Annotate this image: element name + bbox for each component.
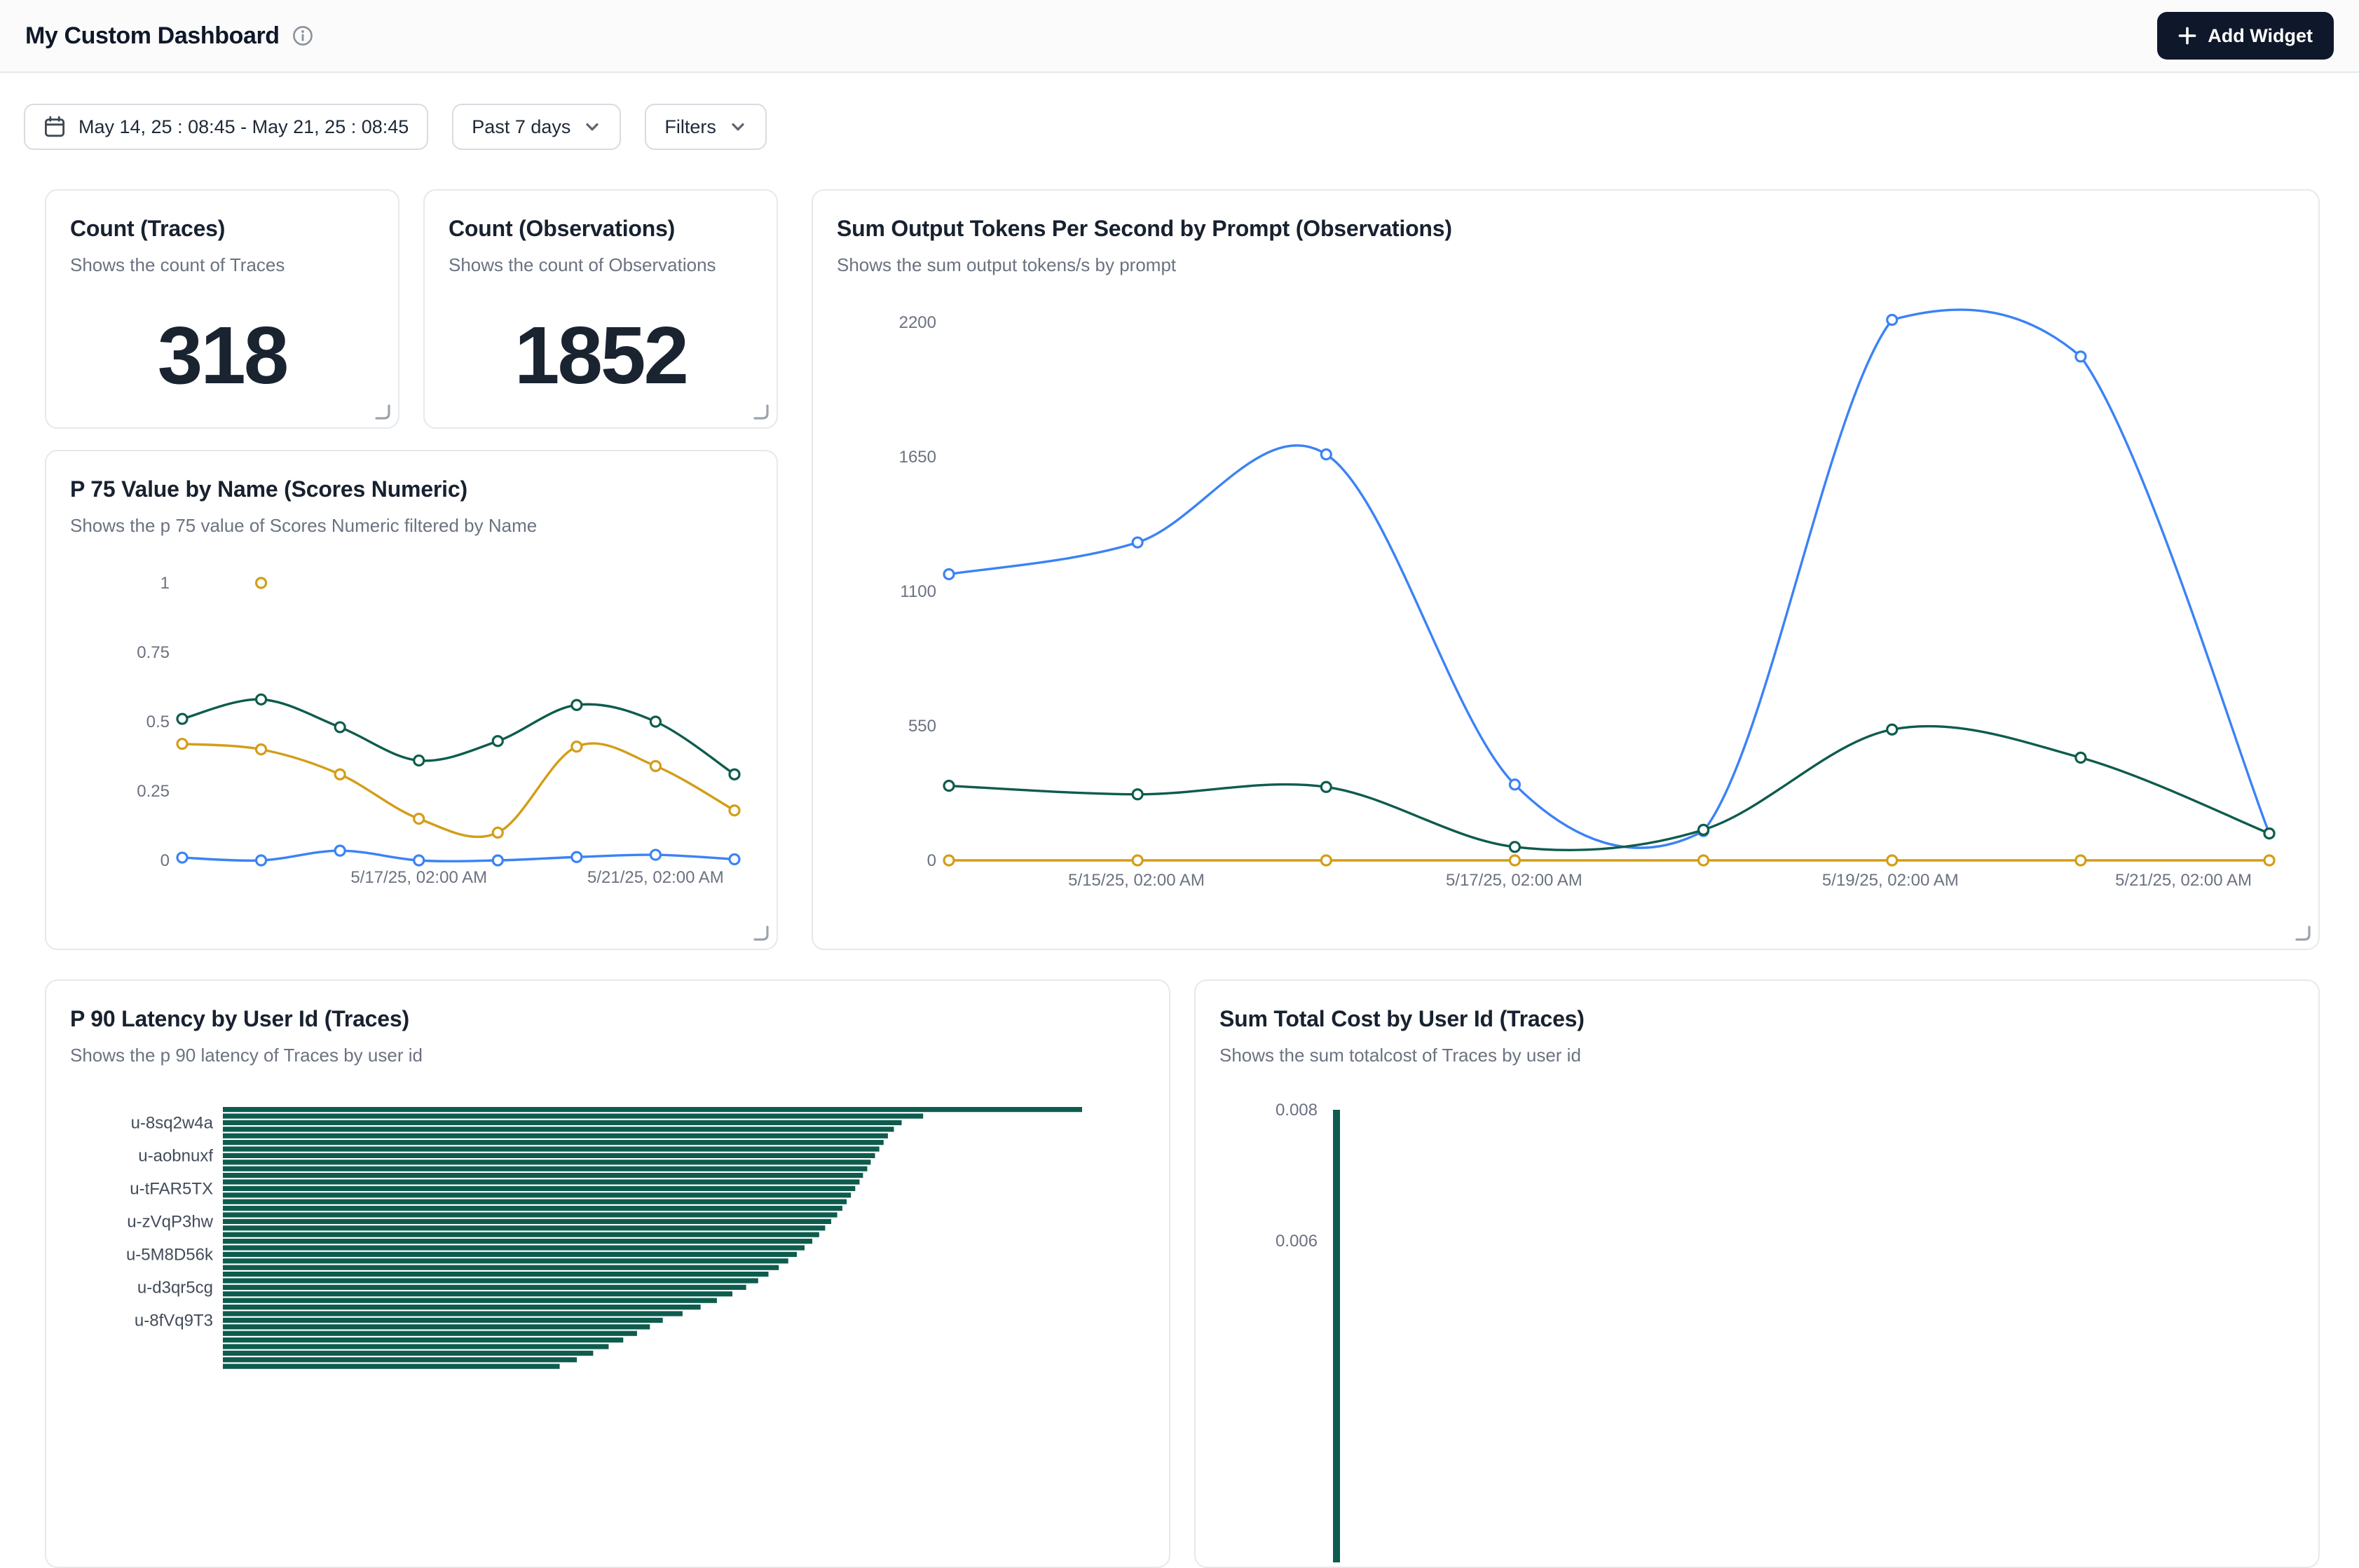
chevron-down-icon	[583, 118, 601, 136]
widget-title: P 90 Latency by User Id (Traces)	[46, 981, 1169, 1032]
svg-text:5/15/25, 02:00 AM: 5/15/25, 02:00 AM	[1068, 871, 1205, 890]
widget-title: Count (Traces)	[46, 191, 398, 242]
widget-subtitle: Shows the sum totalcost of Traces by use…	[1196, 1032, 2318, 1066]
count-observations-value: 1852	[425, 308, 777, 402]
cost-bar-chart[interactable]: 0.008 0.006	[1196, 1079, 2320, 1562]
widget-card-p90-latency: P 90 Latency by User Id (Traces) Shows t…	[45, 979, 1170, 1568]
widget-title: Sum Total Cost by User Id (Traces)	[1196, 981, 2318, 1032]
widget-title: Sum Output Tokens Per Second by Prompt (…	[813, 191, 2318, 242]
chevron-down-icon	[729, 118, 747, 136]
widget-card-total-cost: Sum Total Cost by User Id (Traces) Shows…	[1194, 979, 2320, 1568]
svg-text:u-8sq2w4a: u-8sq2w4a	[131, 1113, 214, 1132]
svg-text:u-8fVq9T3: u-8fVq9T3	[135, 1311, 213, 1330]
plus-icon	[2178, 27, 2196, 45]
p90-bar-chart[interactable]: u-8sq2w4a u-aobnuxf u-tFAR5TX u-zVqP3hw u-5M…	[46, 1079, 1170, 1562]
widget-subtitle: Shows the p 90 latency of Traces by user…	[46, 1032, 1169, 1066]
resize-handle-icon[interactable]	[753, 404, 770, 420]
calendar-icon	[43, 116, 66, 138]
time-preset-dropdown[interactable]: Past 7 days	[452, 104, 621, 150]
svg-text:u-d3qr5cg: u-d3qr5cg	[137, 1278, 213, 1297]
title-row: My Custom Dashboard	[25, 22, 313, 50]
count-traces-value: 318	[46, 308, 398, 402]
widget-subtitle: Shows the count of Traces	[46, 242, 398, 276]
widget-card-tokens-by-prompt: Sum Output Tokens Per Second by Prompt (…	[812, 189, 2320, 950]
widget-subtitle: Shows the count of Observations	[425, 242, 777, 276]
resize-handle-icon[interactable]	[2295, 925, 2311, 942]
svg-text:1650: 1650	[899, 448, 936, 467]
filters-dropdown[interactable]: Filters	[645, 104, 767, 150]
add-widget-label: Add Widget	[2208, 25, 2313, 47]
toolbar: May 14, 25 : 08:45 - May 21, 25 : 08:45 …	[0, 73, 2359, 150]
svg-text:5/17/25, 02:00 AM: 5/17/25, 02:00 AM	[350, 868, 487, 887]
widget-card-p75-by-name: P 75 Value by Name (Scores Numeric) Show…	[45, 450, 778, 950]
widget-title: P 75 Value by Name (Scores Numeric)	[46, 451, 777, 502]
resize-handle-icon[interactable]	[753, 925, 770, 942]
svg-text:5/21/25, 02:00 AM: 5/21/25, 02:00 AM	[587, 868, 724, 887]
time-preset-label: Past 7 days	[472, 116, 570, 138]
svg-text:2200: 2200	[899, 313, 936, 332]
p75-line-chart[interactable]: 0 0.25 0.5 0.75 1 5/17/25, 02:00 AM 5/21/25, 0…	[46, 556, 778, 923]
date-range-picker[interactable]: May 14, 25 : 08:45 - May 21, 25 : 08:45	[24, 104, 428, 150]
widget-card-count-observations: Count (Observations) Shows the count of …	[423, 189, 778, 429]
svg-text:0.008: 0.008	[1276, 1101, 1318, 1120]
svg-text:0.25: 0.25	[137, 782, 170, 801]
svg-text:0.006: 0.006	[1276, 1232, 1318, 1251]
svg-text:0: 0	[927, 851, 936, 870]
filters-label: Filters	[664, 116, 716, 138]
svg-text:u-aobnuxf: u-aobnuxf	[138, 1146, 213, 1165]
svg-text:u-zVqP3hw: u-zVqP3hw	[127, 1212, 213, 1231]
svg-text:u-5M8D56k: u-5M8D56k	[126, 1245, 214, 1264]
svg-text:1: 1	[160, 574, 170, 593]
widget-subtitle: Shows the p 75 value of Scores Numeric f…	[46, 502, 777, 537]
svg-text:0: 0	[160, 851, 170, 870]
svg-text:0.75: 0.75	[137, 643, 170, 662]
svg-text:5/17/25, 02:00 AM: 5/17/25, 02:00 AM	[1446, 871, 1582, 890]
svg-text:5/19/25, 02:00 AM: 5/19/25, 02:00 AM	[1822, 871, 1959, 890]
svg-text:550: 550	[908, 717, 936, 736]
svg-text:u-tFAR5TX: u-tFAR5TX	[130, 1179, 213, 1198]
info-icon[interactable]	[292, 25, 313, 46]
date-range-label: May 14, 25 : 08:45 - May 21, 25 : 08:45	[78, 116, 409, 138]
resize-handle-icon[interactable]	[374, 404, 391, 420]
tokens-line-chart[interactable]: 0 550 1100 1650 2200 5/15/25, 02:00 AM 5/17/25…	[813, 275, 2320, 908]
svg-text:1100: 1100	[900, 582, 936, 601]
widget-card-count-traces: Count (Traces) Shows the count of Traces…	[45, 189, 399, 429]
svg-text:0.5: 0.5	[146, 713, 170, 731]
svg-text:5/21/25, 02:00 AM: 5/21/25, 02:00 AM	[2115, 871, 2252, 890]
widget-subtitle: Shows the sum output tokens/s by prompt	[813, 242, 2318, 276]
header: My Custom Dashboard Add Widget	[0, 0, 2359, 73]
widget-grid: Count (Traces) Shows the count of Traces…	[0, 150, 2359, 1317]
widget-title: Count (Observations)	[425, 191, 777, 242]
add-widget-button[interactable]: Add Widget	[2157, 12, 2334, 60]
page-title: My Custom Dashboard	[25, 22, 280, 50]
